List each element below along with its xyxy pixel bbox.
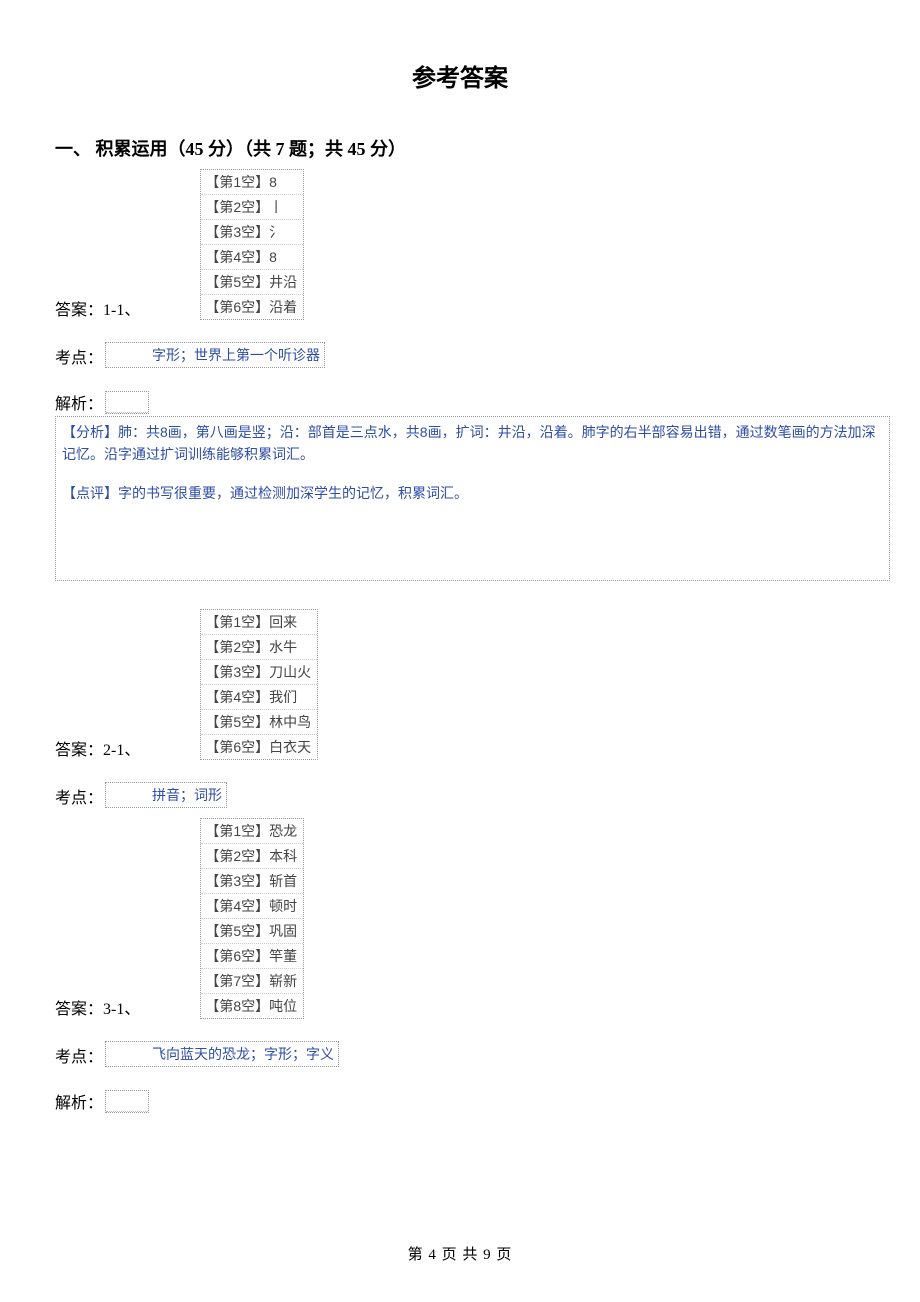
answer-row: 【第5空】林中鸟	[201, 710, 317, 735]
page-title: 参考答案	[0, 58, 920, 93]
topic-label: 考点：	[55, 344, 103, 368]
explanation-box-q1: 【分析】肺：共8画，第八画是竖；沿：部首是三点水，共8画，扩词：井沿，沿着。肺字…	[55, 416, 890, 581]
answer-row: 【第5空】井沿	[201, 270, 303, 295]
answer-row: 【第1空】恐龙	[201, 819, 303, 844]
answer-row: 【第3空】刀山火	[201, 660, 317, 685]
answer-row: 【第2空】水牛	[201, 635, 317, 660]
explain-para: 【分析】肺：共8画，第八画是竖；沿：部首是三点水，共8画，扩词：井沿，沿着。肺字…	[62, 421, 883, 466]
answer-row: 【第1空】8	[201, 170, 303, 195]
answer-row: 【第8空】吨位	[201, 994, 303, 1018]
explain-blank	[105, 391, 149, 414]
answer-row: 【第3空】斩首	[201, 869, 303, 894]
topic-box-q2: 拼音；词形	[105, 782, 227, 808]
answer-row: 【第2空】本科	[201, 844, 303, 869]
answer-box-q2: 【第1空】回来 【第2空】水牛 【第3空】刀山火 【第4空】我们 【第5空】林中…	[200, 609, 318, 760]
topic-label: 考点：	[55, 784, 103, 808]
explain-label: 解析：	[55, 1089, 103, 1113]
answer-box-q3: 【第1空】恐龙 【第2空】本科 【第3空】斩首 【第4空】顿时 【第5空】巩固 …	[200, 818, 304, 1019]
answer-row: 【第4空】顿时	[201, 894, 303, 919]
answer-row: 【第7空】崭新	[201, 969, 303, 994]
answer-row: 【第6空】白衣天	[201, 735, 317, 759]
answer-box-q1: 【第1空】8 【第2空】丨 【第3空】氵 【第4空】8 【第5空】井沿 【第6空…	[200, 169, 304, 320]
answer-row: 【第6空】竿董	[201, 944, 303, 969]
topic-label: 考点：	[55, 1043, 103, 1067]
answer-label-2: 答案：2-1、	[55, 736, 140, 760]
answer-row: 【第4空】8	[201, 245, 303, 270]
topic-text: 字形；世界上第一个听诊器	[152, 347, 320, 363]
answer-row: 【第2空】丨	[201, 195, 303, 220]
answer-row: 【第1空】回来	[201, 610, 317, 635]
topic-box-q1: 字形；世界上第一个听诊器	[105, 342, 325, 368]
topic-box-q3: 飞向蓝天的恐龙；字形；字义	[105, 1041, 339, 1067]
answer-label-3: 答案：3-1、	[55, 995, 140, 1019]
explain-label: 解析：	[55, 390, 103, 414]
topic-text: 飞向蓝天的恐龙；字形；字义	[152, 1046, 334, 1062]
page-footer: 第 4 页 共 9 页	[0, 1243, 920, 1264]
answer-label-1: 答案：1-1、	[55, 296, 140, 320]
answer-row: 【第4空】我们	[201, 685, 317, 710]
answer-row: 【第6空】沿着	[201, 295, 303, 319]
explain-para: 【点评】字的书写很重要，通过检测加深学生的记忆，积累词汇。	[62, 482, 883, 504]
section-header: 一、 积累运用（45 分）（共 7 题；共 45 分）	[55, 135, 865, 161]
answer-row: 【第5空】巩固	[201, 919, 303, 944]
topic-text: 拼音；词形	[152, 787, 222, 803]
answer-row: 【第3空】氵	[201, 220, 303, 245]
explain-blank	[105, 1090, 149, 1113]
